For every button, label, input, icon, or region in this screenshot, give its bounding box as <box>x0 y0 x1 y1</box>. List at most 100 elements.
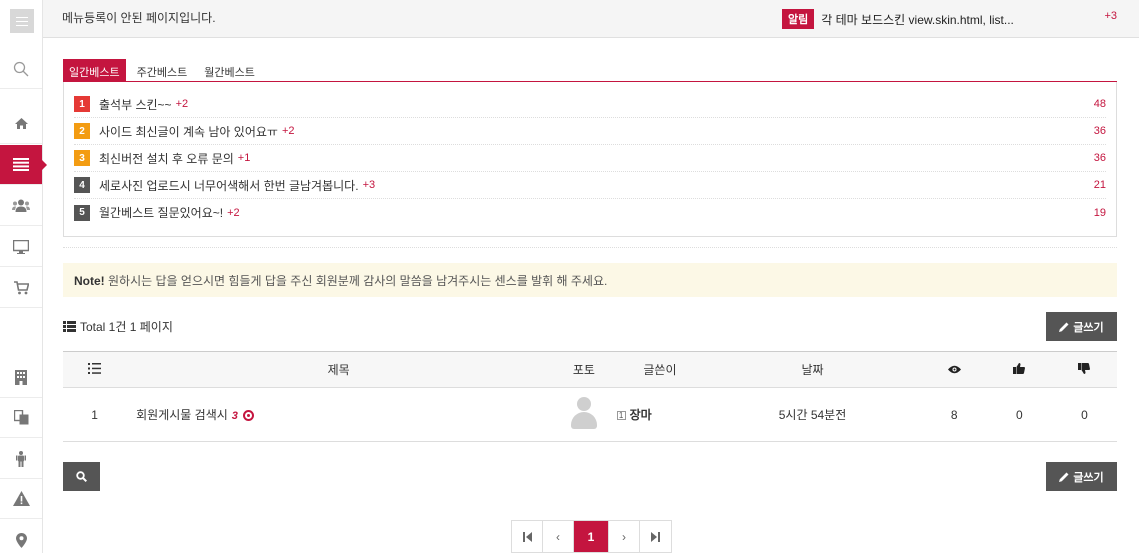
write-label: 글쓰기 <box>1073 471 1104 484</box>
subject-header[interactable]: 제목 <box>126 351 552 388</box>
first-page-button[interactable] <box>512 521 543 552</box>
hit-count: 19 <box>1093 206 1106 219</box>
comment-count: +3 <box>362 179 376 191</box>
board-table: 제목 포토 글쓴이 날짜 1 회원게시물 검색시 3 1 장마 5시간 54분전… <box>63 351 1117 442</box>
notice-badge: 알림 <box>782 9 815 29</box>
likes-header[interactable] <box>986 351 1052 388</box>
hit-count: 36 <box>1093 125 1106 137</box>
pencil-icon <box>1059 472 1069 482</box>
building-icon <box>15 370 27 385</box>
dislikes-header[interactable] <box>1051 351 1117 388</box>
photo-header: 포토 <box>551 351 617 388</box>
home-icon <box>14 118 28 129</box>
sidebar-member[interactable] <box>0 439 42 479</box>
list-item[interactable]: 1 출석부 스킨~~ +2 48 <box>74 91 1106 118</box>
sidebar <box>0 0 47 553</box>
writer-header[interactable]: 글쓴이 <box>616 351 704 388</box>
list-icon <box>63 321 76 332</box>
map-marker-icon <box>15 532 27 548</box>
sidebar-board[interactable] <box>0 145 47 185</box>
best-title[interactable]: 세로사진 업로드시 너무어색해서 한번 글남겨봅니다. <box>99 177 359 194</box>
sidebar-home[interactable] <box>0 104 42 144</box>
row-number: 1 <box>63 387 127 442</box>
cart-icon <box>13 280 29 294</box>
best-title[interactable]: 최신버전 설치 후 오류 문의 <box>99 150 234 167</box>
comment-count: 3 <box>231 410 238 422</box>
list-item[interactable]: 3 최신버전 설치 후 오류 문의 +1 36 <box>74 145 1106 172</box>
total-count: Total 1건 1 페이지 <box>63 318 173 335</box>
notice-ticker[interactable]: 알림 각 테마 보드스킨 view.skin.html, list... <box>782 9 1014 29</box>
thumbs-up-icon <box>1013 362 1026 374</box>
note-box: Note! 원하시는 답을 얻으시면 힘들게 답을 주신 회원분께 감사의 말씀… <box>63 263 1117 297</box>
avatar <box>569 397 599 429</box>
write-button[interactable]: 글쓰기 <box>1046 312 1117 341</box>
subject-link[interactable]: 회원게시물 검색시 <box>136 408 228 422</box>
next-page-button[interactable]: › <box>609 521 640 552</box>
tab-daily-best[interactable]: 일간베스트 <box>63 59 126 81</box>
ordered-list-icon <box>88 362 102 374</box>
page-message: 메뉴등록이 안된 페이지입니다. <box>62 11 216 25</box>
rank-badge: 3 <box>74 150 90 166</box>
notice-text[interactable]: 각 테마 보드스킨 view.skin.html, list... <box>821 11 1014 28</box>
search-icon <box>76 471 87 482</box>
tab-weekly-best[interactable]: 주간베스트 <box>131 59 194 81</box>
write-label: 글쓰기 <box>1073 321 1104 334</box>
hot-icon <box>242 410 254 422</box>
best-title[interactable]: 월간베스트 질문있어요~! <box>99 204 223 221</box>
table-row[interactable]: 1 회원게시물 검색시 3 1 장마 5시간 54분전 8 0 0 <box>63 387 1117 442</box>
hit-count: 36 <box>1093 152 1106 164</box>
desktop-icon <box>13 239 29 254</box>
menu-toggle-button[interactable] <box>10 9 34 33</box>
table-header-row: 제목 포토 글쓴이 날짜 <box>63 351 1117 388</box>
list-item[interactable]: 5 월간베스트 질문있어요~! +2 19 <box>74 199 1106 226</box>
write-button-bottom[interactable]: 글쓰기 <box>1046 462 1117 491</box>
sidebar-docs[interactable] <box>0 398 42 438</box>
sidebar-search[interactable] <box>0 49 42 89</box>
copy-icon <box>13 410 28 425</box>
page-1-button[interactable]: 1 <box>574 521 609 552</box>
best-list: 1 출석부 스킨~~ +2 48 2 사이드 최신글이 계속 남아 있어요ㅠ +… <box>63 82 1117 237</box>
views-header[interactable] <box>921 351 987 388</box>
hit-count: 48 <box>1093 98 1106 110</box>
comment-count: +2 <box>281 125 295 137</box>
number-header[interactable] <box>63 351 127 388</box>
first-page-icon <box>522 531 532 542</box>
row-date: 5시간 54분전 <box>703 387 922 442</box>
notice-comment-count: +3 <box>1104 10 1117 22</box>
rank-badge: 4 <box>74 177 90 193</box>
note-text: 원하시는 답을 얻으시면 힘들게 답을 주신 회원분께 감사의 말씀을 남겨주시… <box>108 274 608 288</box>
prev-page-button[interactable]: ‹ <box>543 521 574 552</box>
tab-monthly-best[interactable]: 월간베스트 <box>198 59 261 81</box>
comment-count: +2 <box>227 206 240 219</box>
row-views: 8 <box>921 387 987 442</box>
date-header[interactable]: 날짜 <box>703 351 922 388</box>
sidebar-desktop[interactable] <box>0 227 42 267</box>
rank-badge: 2 <box>74 123 90 139</box>
best-title[interactable]: 출석부 스킨~~ <box>99 96 172 113</box>
best-title[interactable]: 사이드 최신글이 계속 남아 있어요ㅠ <box>99 123 278 140</box>
best-posts: 일간베스트 주간베스트 월간베스트 1 출석부 스킨~~ +2 48 2 사이드… <box>63 59 1117 237</box>
writer-name[interactable]: 장마 <box>630 408 652 422</box>
row-writer[interactable]: 1 장마 <box>616 387 704 442</box>
row-subject[interactable]: 회원게시물 검색시 3 <box>126 387 552 442</box>
list-item[interactable]: 4 세로사진 업로드시 너무어색해서 한번 글남겨봅니다. +3 21 <box>74 172 1106 199</box>
sidebar-community[interactable] <box>0 186 42 226</box>
best-tabs: 일간베스트 주간베스트 월간베스트 <box>63 59 1117 82</box>
search-button[interactable] <box>63 462 100 491</box>
sidebar-shop[interactable] <box>0 268 42 308</box>
top-bar: 메뉴등록이 안된 페이지입니다. 알림 각 테마 보드스킨 view.skin.… <box>43 0 1139 38</box>
sidebar-report[interactable] <box>0 479 42 519</box>
sidebar-company[interactable] <box>0 358 42 398</box>
list-item[interactable]: 2 사이드 최신글이 계속 남아 있어요ㅠ +2 36 <box>74 118 1106 145</box>
last-page-button[interactable] <box>640 521 671 552</box>
pagination: ‹ 1 › <box>511 520 672 553</box>
pencil-icon <box>1059 322 1069 332</box>
hit-count: 21 <box>1093 179 1106 191</box>
comment-count: +2 <box>175 98 189 110</box>
rank-badge: 1 <box>74 96 90 112</box>
sidebar-location[interactable] <box>0 520 42 553</box>
row-likes: 0 <box>986 387 1052 442</box>
users-icon <box>12 199 30 212</box>
total-text: Total 1건 1 페이지 <box>80 320 173 334</box>
note-label: Note! <box>74 274 105 288</box>
